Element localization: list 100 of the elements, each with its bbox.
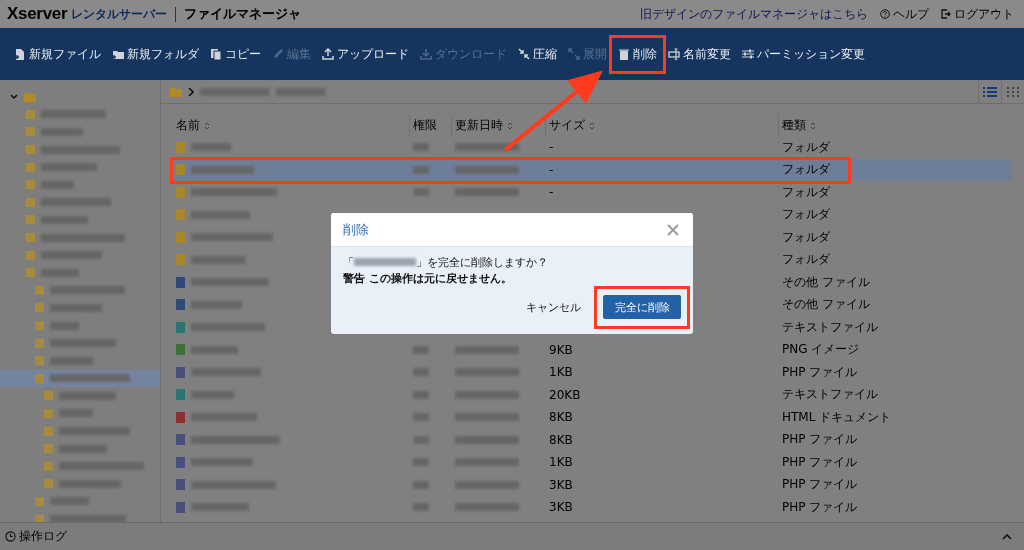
blurred-text	[276, 87, 326, 96]
file-icon	[176, 456, 185, 468]
blurred-text	[413, 435, 429, 444]
file-icon	[176, 321, 185, 333]
sort-icon	[589, 121, 595, 130]
blurred-text	[455, 458, 519, 467]
selected-row[interactable]: - フォルダ	[173, 158, 1012, 181]
blurred-text	[455, 480, 519, 489]
pencil-icon	[272, 48, 284, 60]
blurred-text	[191, 458, 253, 467]
type-text: フォルダ	[782, 138, 830, 156]
type-text: フォルダ	[782, 183, 830, 201]
list-view-icon[interactable]	[983, 86, 997, 97]
blurred-text	[191, 210, 250, 219]
type-text: その他 ファイル	[782, 273, 870, 291]
folder-icon	[176, 231, 185, 243]
file-icon	[176, 366, 185, 378]
rename-icon	[668, 48, 680, 60]
column-header[interactable]: サイズ	[546, 115, 779, 136]
logout-icon	[941, 9, 951, 19]
type-text: PHP ファイル	[782, 498, 858, 516]
size-text: 20KB	[549, 387, 581, 402]
delete-button[interactable]: 完全に削除	[603, 295, 681, 319]
file-icon	[176, 411, 185, 423]
tree-item[interactable]	[0, 369, 160, 388]
clock-icon	[5, 531, 16, 542]
blurred-text	[413, 165, 429, 174]
file-icon	[176, 299, 185, 311]
file-icon	[176, 389, 185, 401]
dialog-title: 削除	[343, 220, 369, 239]
old-design-link[interactable]: 旧デザインのファイルマネージャはこちら	[640, 5, 868, 23]
type-text: フォルダ	[782, 251, 830, 269]
toolbar-button[interactable]: コピー	[210, 45, 261, 63]
blurred-text	[191, 413, 257, 422]
type-text: PHP ファイル	[782, 453, 858, 471]
toolbar-button[interactable]: 圧縮	[518, 45, 557, 63]
column-header[interactable]: 種類	[779, 115, 1012, 136]
size-text: 3KB	[549, 500, 573, 515]
blurred-text	[413, 458, 429, 467]
trash-icon	[618, 48, 630, 60]
caret-up-icon[interactable]	[1002, 533, 1012, 540]
file-icon	[176, 434, 185, 446]
close-icon[interactable]	[667, 223, 679, 236]
log-toggle[interactable]: 操作ログ	[5, 528, 67, 545]
column-header[interactable]: 更新日時	[452, 115, 546, 136]
folder-icon[interactable]	[170, 86, 182, 97]
size-text: -	[549, 185, 554, 200]
blurred-text	[191, 255, 246, 264]
blurred-text	[191, 390, 234, 399]
logout-link[interactable]: ログアウト	[941, 5, 1014, 23]
type-text: テキストファイル	[782, 318, 878, 336]
file-icon	[176, 479, 185, 491]
blurred-text	[413, 188, 429, 197]
folder-plus-icon	[112, 48, 124, 60]
toolbar-button[interactable]: 新規フォルダ	[112, 45, 199, 63]
expand-icon	[568, 48, 580, 60]
blurred-text	[413, 390, 429, 399]
cancel-button[interactable]: キャンセル	[526, 299, 581, 315]
type-text: フォルダ	[782, 161, 830, 179]
blurred-text	[455, 368, 519, 377]
toolbar-button[interactable]: 削除	[618, 45, 657, 63]
blurred-text	[455, 165, 519, 174]
help-icon	[880, 9, 890, 19]
brand-logo: Xserver	[7, 4, 68, 24]
folder-icon	[176, 254, 185, 266]
type-text: その他 ファイル	[782, 296, 870, 314]
app-title: ファイルマネージャ	[184, 5, 302, 23]
blurred-text	[455, 503, 519, 512]
sort-icon	[810, 121, 816, 130]
blurred-text	[191, 503, 249, 512]
blurred-text	[413, 503, 429, 512]
blurred-text	[191, 165, 254, 174]
type-text: PHP ファイル	[782, 476, 858, 494]
blurred-text	[413, 368, 429, 377]
toolbar-button[interactable]: アップロード	[322, 45, 409, 63]
help-link[interactable]: ヘルプ	[880, 5, 929, 23]
column-header[interactable]: 権限	[410, 115, 452, 136]
upload-icon	[322, 48, 334, 60]
blurred-text	[413, 413, 429, 422]
blurred-text	[354, 258, 416, 266]
chevron-down-icon[interactable]	[10, 92, 18, 101]
size-text: 9KB	[549, 342, 573, 357]
toolbar-button[interactable]: 名前変更	[668, 45, 731, 63]
blurred-text	[455, 390, 519, 399]
toolbar-button[interactable]: パーミッション変更	[742, 45, 865, 63]
column-header[interactable]: 名前	[173, 115, 410, 136]
blurred-text	[413, 143, 429, 152]
toolbar-button[interactable]: 新規ファイル	[14, 45, 101, 63]
message-text: 「	[343, 254, 354, 270]
type-text: PHP ファイル	[782, 363, 858, 381]
type-text: フォルダ	[782, 228, 830, 246]
size-text: 3KB	[549, 477, 573, 492]
blurred-text	[455, 345, 519, 354]
warning-text: 警告 この操作は元に戻せません。	[343, 270, 513, 286]
download-icon	[420, 48, 432, 60]
sliders-icon	[742, 48, 754, 60]
type-text: HTML ドキュメント	[782, 408, 892, 426]
grid-view-icon[interactable]	[1007, 86, 1019, 97]
type-text: テキストファイル	[782, 386, 878, 404]
folder-icon[interactable]	[24, 91, 36, 102]
